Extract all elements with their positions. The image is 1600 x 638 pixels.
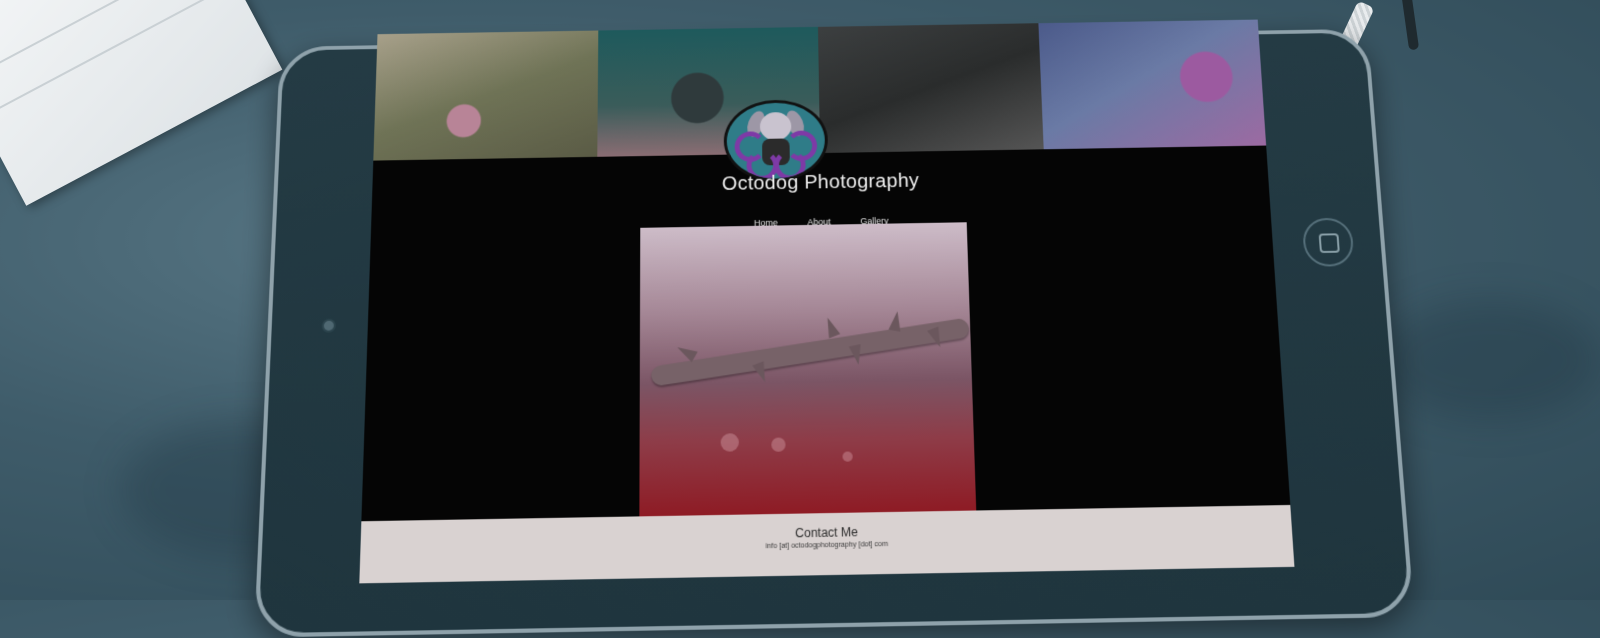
banner-photo-flowers	[373, 30, 598, 161]
cable-dark	[1400, 0, 1420, 51]
hero-photo-thorns[interactable]	[639, 222, 977, 517]
banner-photo-rock	[817, 23, 1044, 154]
octodog-logo-icon[interactable]	[723, 99, 829, 183]
home-button[interactable]	[1301, 217, 1355, 267]
site-title: Octodog Photography	[721, 170, 920, 195]
thorn-branch	[650, 317, 971, 387]
tablet-device: Octodog Photography Home About Gallery C…	[254, 19, 1415, 638]
banner-photo-blossoms	[1037, 19, 1267, 150]
desk-stain	[1380, 300, 1600, 420]
thorn	[821, 315, 841, 339]
footer: Contact Me info [at] octodogphotography …	[359, 504, 1295, 584]
bokeh-dot	[771, 437, 786, 452]
paper-line	[0, 0, 219, 110]
home-button-icon	[1318, 233, 1340, 253]
tablet-screen: Octodog Photography Home About Gallery C…	[359, 19, 1295, 584]
paper-sheet	[0, 0, 283, 206]
bokeh-dot	[720, 433, 739, 452]
camera-icon	[321, 318, 337, 333]
paper-line	[0, 0, 200, 75]
bokeh-dot	[842, 451, 853, 462]
logo-head	[759, 112, 792, 141]
